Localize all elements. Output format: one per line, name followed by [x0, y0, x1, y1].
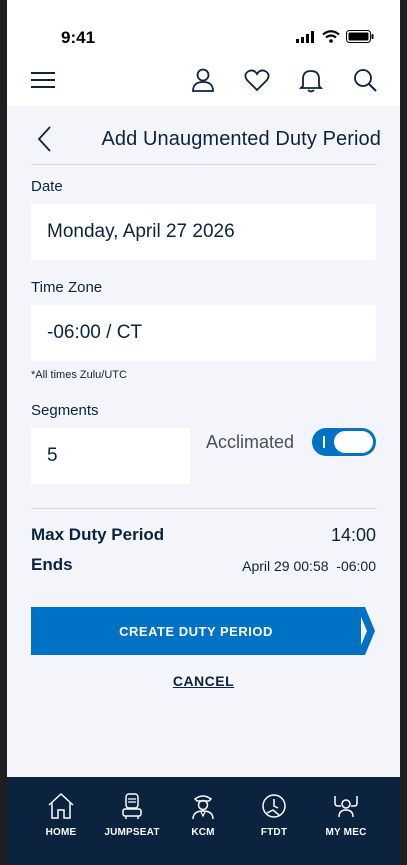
timezone-label: Time Zone	[31, 279, 103, 296]
page-header: Add Unaugmented Duty Period	[31, 112, 381, 165]
jumpseat-icon	[122, 793, 142, 819]
tab-kcm-label: KCM	[191, 827, 215, 838]
ends-label: Ends	[31, 555, 73, 574]
tab-ftdt-label: FTDT	[260, 827, 288, 838]
status-time: 9:41	[61, 28, 96, 47]
segments-label: Segments	[31, 402, 99, 419]
battery-icon	[346, 30, 374, 43]
top-nav-bar	[7, 58, 400, 106]
acclimated-label: Acclimated	[206, 432, 295, 452]
menu-icon[interactable]	[29, 66, 57, 94]
phone-screen: 9:41 Add Unaugmented Duty Period Date Mo…	[7, 0, 400, 865]
profile-icon[interactable]	[189, 66, 217, 94]
signal-icon	[296, 30, 314, 43]
utc-note: *All times Zulu/UTC	[31, 369, 127, 381]
heart-icon[interactable]	[243, 66, 271, 94]
segments-input[interactable]: 5	[31, 428, 190, 484]
ends-value: April 29 00:58 -06:00	[242, 558, 376, 574]
button-chevron-icon	[357, 607, 375, 655]
back-chevron-icon[interactable]	[35, 124, 55, 154]
toggle-knob	[334, 431, 373, 453]
status-bar: 9:41	[7, 0, 400, 58]
page-title: Add Unaugmented Duty Period	[101, 128, 381, 150]
date-field[interactable]: Monday, April 27 2026	[31, 204, 376, 260]
tab-my-mec-label: MY MEC	[325, 827, 367, 838]
date-label: Date	[31, 178, 63, 195]
tab-home[interactable]: HOME	[26, 791, 96, 838]
search-icon[interactable]	[351, 66, 379, 94]
status-icons	[296, 30, 374, 43]
pilot-icon	[192, 795, 214, 820]
timezone-field[interactable]: -06:00 / CT	[31, 305, 376, 361]
bottom-tab-bar: HOME JUMPSEAT KCM FTDT MY MEC	[7, 777, 400, 865]
tab-kcm[interactable]: KCM	[168, 791, 238, 838]
clock-plane-icon	[262, 794, 286, 818]
create-duty-period-button[interactable]: CREATE DUTY PERIOD	[31, 607, 361, 655]
tab-jumpseat[interactable]: JUMPSEAT	[97, 791, 167, 838]
cancel-link[interactable]: CANCEL	[7, 673, 400, 689]
summary-divider	[31, 508, 377, 509]
bell-icon[interactable]	[297, 66, 325, 94]
max-duty-label: Max Duty Period	[31, 525, 165, 544]
toggle-on-indicator	[323, 436, 325, 448]
acclimated-toggle[interactable]	[312, 428, 376, 456]
home-icon	[48, 792, 74, 819]
wifi-icon	[322, 30, 340, 43]
max-duty-value: 14:00	[330, 525, 376, 545]
tab-home-label: HOME	[45, 827, 77, 838]
tab-my-mec[interactable]: MY MEC	[311, 791, 381, 838]
tab-ftdt[interactable]: FTDT	[239, 791, 309, 838]
mec-icon	[334, 796, 358, 818]
tab-jumpseat-label: JUMPSEAT	[104, 827, 160, 838]
